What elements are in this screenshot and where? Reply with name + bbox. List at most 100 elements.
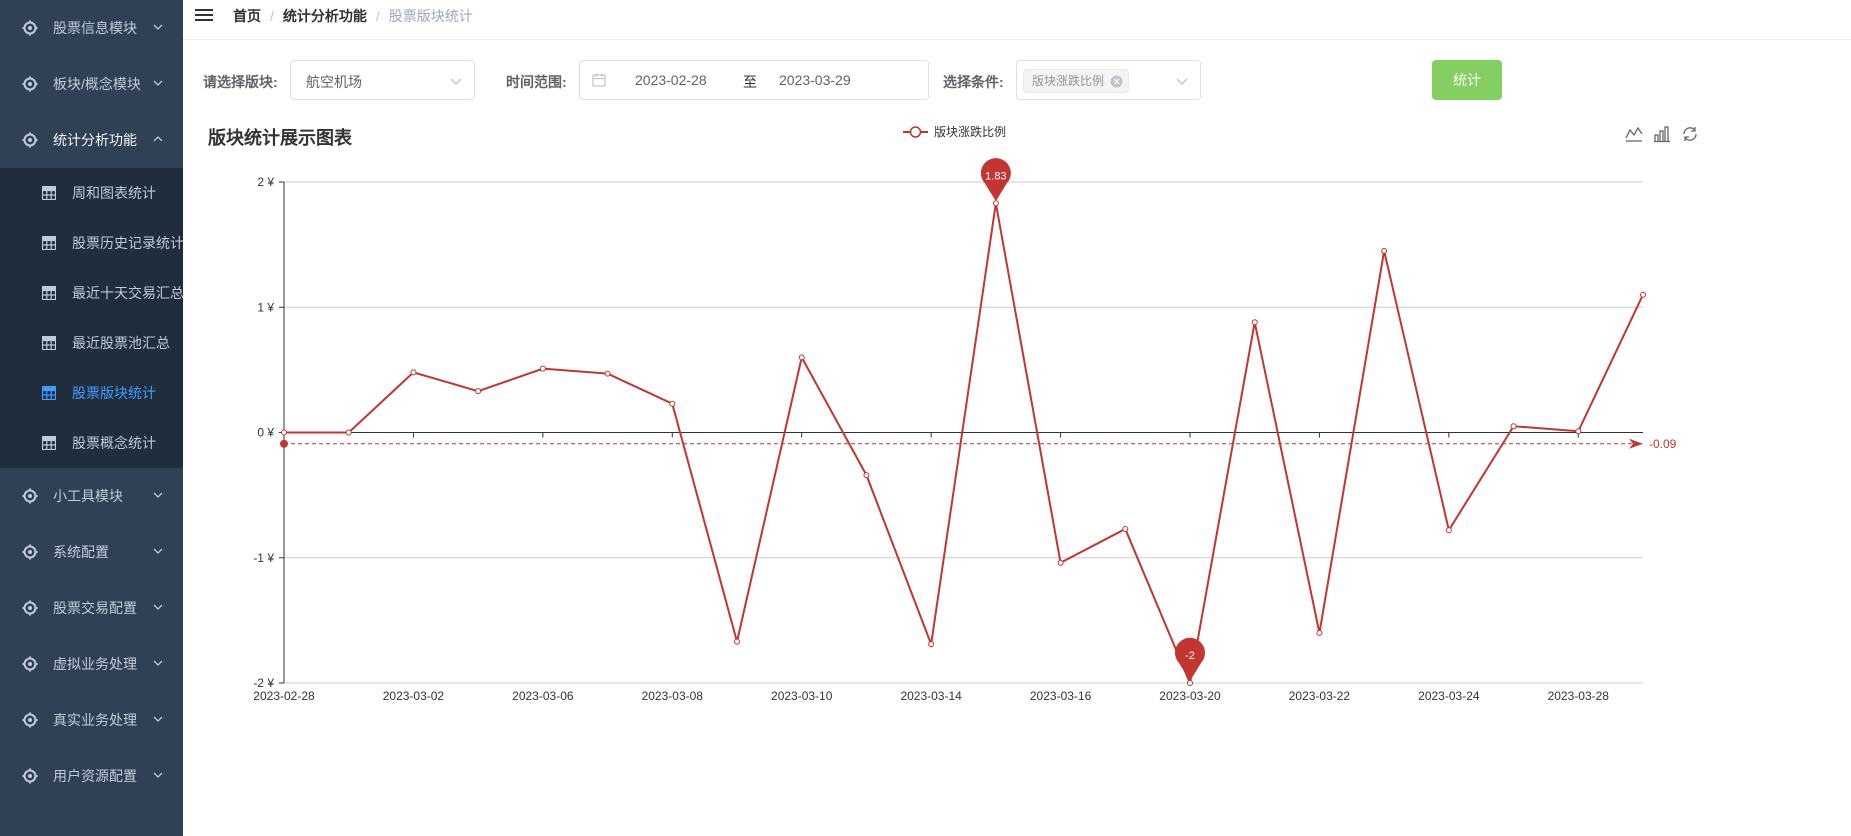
sidebar-menu-item[interactable]: 系统配置	[0, 524, 183, 580]
sidebar-menu-label: 小工具模块	[53, 488, 123, 504]
breadcrumb-parent[interactable]: 统计分析功能	[283, 6, 367, 26]
chevron-down-icon	[1176, 78, 1188, 85]
x-tick-label: 2023-03-28	[1548, 689, 1610, 703]
gear-icon	[22, 544, 38, 560]
time-range-label: 时间范围:	[506, 74, 567, 90]
data-point[interactable]	[281, 429, 287, 436]
y-tick-label: 2 ¥	[257, 175, 274, 189]
data-point[interactable]	[734, 638, 740, 645]
data-point[interactable]	[1575, 428, 1582, 435]
condition-select[interactable]: 版块涨跌比例	[1016, 60, 1201, 100]
sidebar-menu-item[interactable]: 真实业务处理	[0, 692, 183, 748]
data-point[interactable]	[1640, 291, 1646, 298]
data-point[interactable]	[1381, 247, 1388, 254]
hamburger-menu-icon[interactable]	[193, 5, 215, 25]
condition-tag-label: 版块涨跌比例	[1032, 74, 1105, 88]
table-icon	[41, 335, 57, 351]
sidebar-submenu: 周和图表统计股票历史记录统计最近十天交易汇总最近股票池汇总股票版块统计 股票概念统…	[0, 168, 183, 468]
data-point[interactable]	[1445, 527, 1452, 534]
legend-marker[interactable]	[909, 126, 922, 138]
sidebar-submenu-item[interactable]: 股票历史记录统计	[0, 218, 183, 268]
sidebar-menu-item[interactable]: 用户资源配置	[0, 748, 183, 804]
sector-label: 请选择版块:	[203, 74, 278, 90]
bar-chart-icon[interactable]	[1654, 126, 1670, 143]
data-point[interactable]	[798, 354, 805, 361]
sidebar-menu-item[interactable]: 小工具模块	[0, 468, 183, 524]
sidebar-menu-label: 统计分析功能	[53, 132, 137, 148]
breadcrumb-separator: /	[270, 8, 274, 24]
sidebar-menu-label: 用户资源配置	[53, 768, 137, 784]
chevron-down-icon	[153, 492, 163, 498]
line-chart: 2 ¥ 1 ¥ 0 ¥ -1 ¥ -2 ¥2023-02-28 2023-03-02 202…	[253, 124, 1697, 703]
breadcrumb-home[interactable]: 首页	[233, 6, 261, 26]
gear-icon	[22, 712, 38, 728]
table-icon	[41, 185, 57, 201]
data-point[interactable]	[1122, 525, 1129, 532]
restore-icon[interactable]	[1683, 127, 1697, 141]
data-point[interactable]	[1187, 680, 1193, 686]
sidebar-menu-item[interactable]: 虚拟业务处理	[0, 636, 183, 692]
data-point[interactable]	[928, 641, 935, 648]
data-point[interactable]	[410, 369, 417, 376]
chevron-down-icon	[153, 80, 163, 86]
breadcrumb-current: 股票版块统计	[388, 8, 473, 24]
sidebar-submenu-item[interactable]: 最近股票池汇总	[0, 318, 183, 368]
data-point[interactable]	[345, 429, 352, 436]
data-point[interactable]	[1057, 559, 1064, 566]
sidebar-submenu-label: 周和图表统计	[72, 185, 156, 201]
sidebar-submenu-label: 股票历史记录统计	[72, 235, 183, 251]
sidebar-submenu-item[interactable]: 股票版块统计	[0, 368, 183, 418]
sidebar-submenu-label: 最近股票池汇总	[72, 335, 170, 351]
y-tick-label: 1 ¥	[257, 300, 274, 314]
sidebar-submenu-item[interactable]: 周和图表统计	[0, 168, 183, 218]
x-tick-label: 2023-03-14	[900, 689, 962, 703]
x-tick-label: 2023-03-16	[1030, 689, 1092, 703]
data-point[interactable]	[669, 400, 676, 407]
data-point[interactable]	[1510, 423, 1517, 430]
chevron-down-icon	[153, 716, 163, 722]
close-icon[interactable]	[1110, 75, 1123, 88]
chevron-down-icon	[153, 660, 163, 666]
data-point[interactable]	[1251, 319, 1258, 326]
chevron-down-icon	[153, 24, 163, 30]
sidebar-menu-item[interactable]: 统计分析功能	[0, 112, 183, 168]
chevron-up-icon	[153, 136, 163, 142]
sidebar-submenu-item[interactable]: 最近十天交易汇总	[0, 268, 183, 318]
series-line	[284, 203, 1644, 687]
sidebar-submenu-item[interactable]: 股票概念统计	[0, 418, 183, 468]
breadcrumb: 首页 / 统计分析功能 / 股票版块统计	[233, 6, 473, 26]
sidebar-menu-item[interactable]: 股票信息模块	[0, 0, 183, 56]
statistics-button[interactable]: 统计	[1432, 60, 1502, 100]
gear-icon	[22, 656, 38, 672]
sidebar-menu-item[interactable]: 板块/概念模块	[0, 56, 183, 112]
data-point[interactable]	[475, 388, 482, 395]
legend-label: 版块涨跌比例	[934, 124, 1006, 139]
x-tick-label: 2023-03-02	[383, 689, 445, 703]
line-chart-icon[interactable]	[1625, 126, 1643, 142]
sector-select-value: 航空机场	[306, 74, 362, 90]
sidebar-menu-label: 真实业务处理	[53, 712, 137, 728]
data-point[interactable]	[539, 365, 546, 372]
date-range-separator: 至	[743, 74, 757, 90]
sector-select[interactable]: 航空机场	[290, 60, 475, 100]
x-tick-label: 2023-03-24	[1418, 689, 1480, 703]
sidebar-menu-item[interactable]: 股票交易配置	[0, 580, 183, 636]
data-point[interactable]	[1316, 629, 1323, 636]
date-end-input[interactable]: 2023-03-29	[779, 72, 851, 88]
table-icon	[41, 385, 57, 401]
y-tick-label: -2 ¥	[253, 676, 274, 690]
x-tick-label: 2023-03-08	[642, 689, 704, 703]
chevron-down-icon	[450, 78, 462, 85]
date-range-picker[interactable]: 2023-02-28 至 2023-03-29	[579, 60, 929, 100]
data-point[interactable]	[604, 370, 611, 377]
chevron-down-icon	[153, 604, 163, 610]
sidebar-menu-label: 板块/概念模块	[53, 76, 141, 92]
gear-icon	[22, 488, 38, 504]
data-point[interactable]	[992, 200, 999, 207]
chevron-down-icon	[153, 772, 163, 778]
average-line-start	[280, 439, 288, 448]
date-start-input[interactable]: 2023-02-28	[635, 72, 707, 88]
sidebar-menu-label: 系统配置	[53, 544, 109, 560]
x-tick-label: 2023-02-28	[253, 689, 315, 703]
data-point[interactable]	[863, 472, 870, 479]
